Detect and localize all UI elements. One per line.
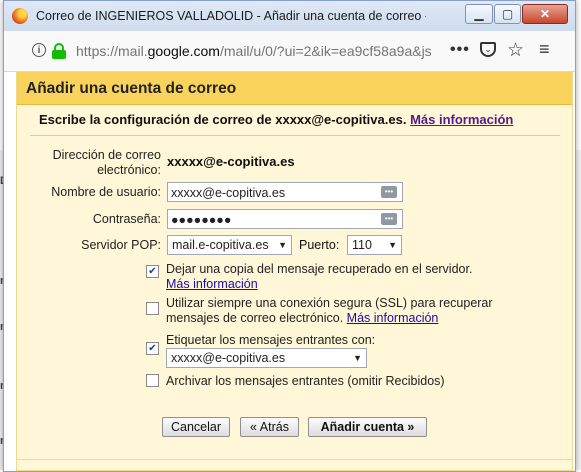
bookmark-star-icon[interactable]: ☆ [507, 39, 524, 62]
window-title: Correo de INGENIEROS VALLADOLID - Añadir… [36, 9, 426, 23]
label-incoming-checkbox[interactable]: ✔ [146, 342, 159, 355]
password-manager-icon[interactable]: ••• [381, 213, 397, 225]
intro-label: Escribe la configuración de correo de xx… [39, 112, 407, 127]
port-value: 110 [352, 238, 372, 252]
port-select[interactable]: 110 ▼ [347, 235, 402, 255]
label-select-value: xxxxx@e-copitiva.es [171, 351, 286, 365]
lock-icon[interactable] [52, 43, 66, 59]
intro-more-info-link[interactable]: Más información [410, 112, 513, 127]
leave-copy-more-info-link[interactable]: Más información [166, 277, 258, 291]
password-label: Contraseña: [92, 212, 161, 226]
chevron-down-icon: ▼ [353, 353, 362, 363]
title-bar[interactable]: Correo de INGENIEROS VALLADOLID - Añadir… [4, 1, 575, 31]
pop-server-label: Servidor POP: [81, 238, 161, 252]
password-input[interactable] [167, 209, 403, 229]
popup-window: Correo de INGENIEROS VALLADOLID - Añadir… [3, 0, 576, 472]
ssl-checkbox[interactable] [146, 302, 159, 315]
back-button[interactable]: « Atrás [240, 417, 299, 437]
footer-divider [17, 459, 572, 460]
pop-server-select[interactable]: mail.e-copitiva.es ▼ [167, 235, 292, 255]
cancel-button[interactable]: Cancelar [162, 417, 230, 437]
intro-text: Escribe la configuración de correo de xx… [39, 112, 513, 127]
add-account-dialog: Añadir una cuenta de correo Escribe la c… [16, 71, 573, 471]
label-incoming-label: Etiquetar los mensajes entrantes con: [166, 333, 376, 347]
pop-server-value: mail.e-copitiva.es [172, 238, 269, 252]
leave-copy-checkbox[interactable]: ✔ [146, 265, 159, 278]
leave-copy-label: Dejar una copia del mensaje recuperado e… [166, 262, 473, 276]
minimize-button[interactable]: ▁ [465, 4, 493, 24]
ssl-text: Utilizar siempre una conexión segura (SS… [166, 296, 493, 325]
address-bar: i https://mail.google.com/mail/u/0/?ui=2… [4, 31, 575, 72]
leave-copy-more-info: Más información [166, 277, 258, 292]
divider [30, 135, 560, 136]
port-label: Puerto: [299, 238, 340, 252]
dialog-header: Añadir una cuenta de correo [17, 72, 572, 105]
page-actions-menu-icon[interactable]: ••• [450, 41, 470, 59]
site-info-icon[interactable]: i [32, 43, 46, 57]
archive-label: Archivar los mensajes entrantes (omitir … [166, 374, 445, 388]
ssl-label: Utilizar siempre una conexión segura (SS… [166, 296, 526, 326]
label-select[interactable]: xxxxx@e-copitiva.es ▼ [166, 348, 367, 368]
email-value: xxxxx@e-copitiva.es [167, 154, 295, 169]
username-input[interactable] [167, 182, 403, 202]
hamburger-menu-icon[interactable]: ≡ [539, 39, 550, 60]
ssl-more-info-link[interactable]: Más información [347, 311, 439, 325]
email-label: Dirección de correo electrónico: [52, 148, 161, 177]
password-manager-icon[interactable]: ••• [381, 186, 397, 198]
add-account-button[interactable]: Añadir cuenta » [308, 417, 427, 437]
archive-checkbox[interactable] [146, 374, 159, 387]
username-label: Nombre de usuario: [51, 185, 161, 199]
maximize-button[interactable]: ▢ [494, 4, 521, 24]
url-field[interactable]: https://mail.google.com/mail/u/0/?ui=2&i… [76, 43, 436, 59]
chevron-down-icon: ▼ [278, 240, 287, 250]
pocket-icon[interactable]: ⌄ [480, 42, 496, 57]
dialog-title: Añadir una cuenta de correo [26, 80, 237, 97]
firefox-icon [12, 8, 28, 24]
close-button[interactable]: ✕ [522, 4, 568, 24]
chevron-down-icon: ▼ [388, 240, 397, 250]
